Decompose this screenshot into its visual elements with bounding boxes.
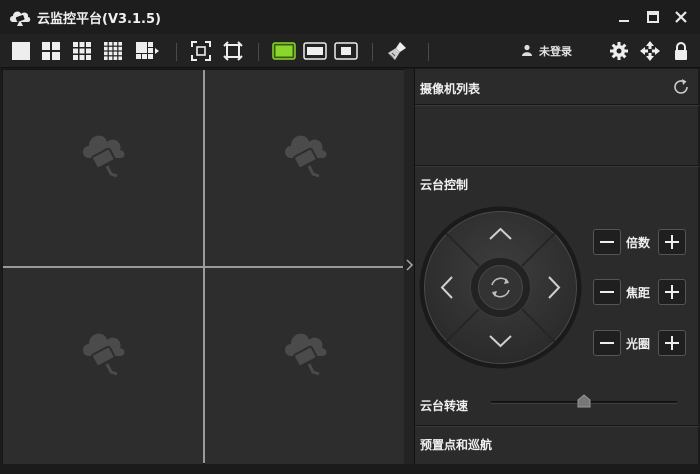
fit-screen-icon	[191, 41, 211, 61]
layout-single-icon	[12, 42, 30, 60]
video-grid	[2, 69, 405, 464]
widescreen-mode-button[interactable]	[303, 40, 327, 62]
section-divider	[415, 426, 699, 427]
layout-sixteen-icon	[104, 42, 122, 60]
plus-icon	[665, 235, 679, 249]
plus-icon	[665, 336, 679, 350]
focus-plus-button[interactable]	[658, 279, 686, 305]
stretch-mode-button[interactable]	[272, 40, 296, 62]
stretch-mode-icon	[272, 42, 296, 60]
video-pane-2[interactable]	[205, 70, 405, 266]
cloud-camera-icon	[83, 135, 125, 178]
minus-icon	[600, 241, 614, 243]
minimize-button[interactable]	[613, 6, 635, 28]
layout-nine-icon	[73, 42, 91, 60]
iris-plus-button[interactable]	[658, 330, 686, 356]
layout-quad-icon	[42, 42, 60, 60]
zoom-label: 倍数	[626, 236, 651, 250]
camera-list[interactable]	[415, 106, 699, 164]
layout-16-button[interactable]	[102, 40, 124, 62]
grid-divider-horizontal	[3, 266, 403, 268]
ptz-control-title: 云台控制	[420, 178, 469, 192]
layout-more-button[interactable]	[134, 40, 160, 62]
zoom-in-button[interactable]	[658, 229, 686, 255]
cloud-camera-icon	[285, 135, 327, 178]
close-button[interactable]	[670, 6, 692, 28]
section-divider	[415, 166, 699, 167]
video-pane-4[interactable]	[205, 268, 405, 464]
broom-icon	[388, 42, 406, 60]
presets-title: 预置点和巡航	[420, 438, 493, 452]
toolbar-separator	[428, 43, 429, 61]
chevron-right-icon[interactable]	[406, 259, 414, 271]
fullscreen-button[interactable]	[222, 40, 244, 62]
layout-9-button[interactable]	[71, 40, 93, 62]
lock-button[interactable]	[670, 40, 692, 62]
layout-more-icon	[136, 42, 159, 59]
toolbar-separator	[372, 43, 373, 61]
zoom-out-button[interactable]	[593, 229, 621, 255]
ptz-speed-label: 云台转速	[420, 399, 469, 413]
maximize-icon	[647, 11, 659, 23]
control-panel: 摄像机列表 云台控制 倍数 焦距 光圈 云台转速 预置点和巡航	[414, 69, 699, 464]
title-bar: 云监控平台(V3.1.5)	[0, 0, 700, 34]
toolbar-separator	[176, 43, 177, 61]
ptz-direction-pad	[419, 206, 582, 369]
iris-label: 光圈	[626, 337, 651, 351]
refresh-icon[interactable]	[671, 77, 691, 97]
login-status[interactable]: 未登录	[539, 43, 572, 59]
status-bar	[0, 464, 700, 474]
user-icon	[522, 44, 532, 56]
iris-minus-button[interactable]	[593, 330, 621, 356]
video-pane-3[interactable]	[3, 268, 203, 464]
maximize-button[interactable]	[642, 6, 664, 28]
toolbar	[0, 34, 700, 68]
app-title: 云监控平台(V3.1.5)	[37, 12, 161, 27]
minimize-icon	[619, 20, 629, 22]
network-button[interactable]	[639, 40, 661, 62]
fit-screen-button[interactable]	[190, 40, 212, 62]
cloud-camera-logo-icon	[10, 11, 31, 26]
plus-icon	[665, 285, 679, 299]
network-icon	[640, 41, 660, 61]
focus-label: 焦距	[626, 286, 651, 300]
layout-4-button[interactable]	[40, 40, 62, 62]
original-size-button[interactable]	[334, 40, 358, 62]
zoom-control: 倍数	[593, 229, 688, 255]
original-size-icon	[334, 42, 358, 60]
cloud-camera-icon	[285, 333, 327, 376]
video-pane-1[interactable]	[3, 70, 203, 266]
fullscreen-icon	[223, 41, 243, 61]
ptz-speed-slider-thumb[interactable]	[577, 394, 591, 408]
cloud-camera-icon	[83, 333, 125, 376]
minus-icon	[600, 291, 614, 293]
focus-minus-button[interactable]	[593, 279, 621, 305]
clear-button[interactable]	[386, 40, 408, 62]
layout-1-button[interactable]	[10, 40, 32, 62]
settings-button[interactable]	[608, 40, 630, 62]
iris-control: 光圈	[593, 330, 688, 356]
toolbar-separator	[258, 43, 259, 61]
gear-icon	[610, 42, 628, 60]
focus-control: 焦距	[593, 279, 688, 305]
camera-list-title: 摄像机列表	[420, 82, 481, 96]
close-icon	[675, 11, 687, 23]
lock-icon	[675, 42, 687, 60]
minus-icon	[600, 342, 614, 344]
widescreen-mode-icon	[303, 42, 327, 60]
